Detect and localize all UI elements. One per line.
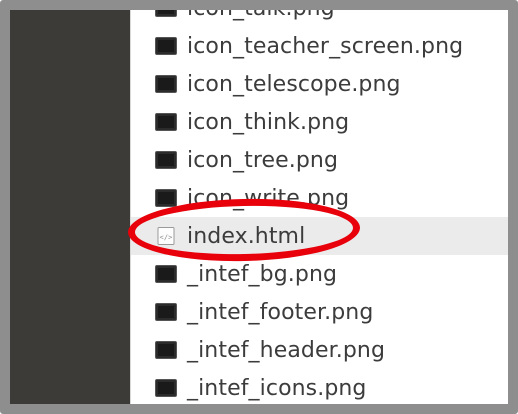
image-file-icon [155,113,177,131]
file-name-label: icon_tree.png [187,147,339,173]
file-name-label: icon_telescope.png [187,71,401,97]
file-row[interactable]: icon_talk.png [131,0,508,27]
file-row[interactable]: icon_teacher_screen.png [131,27,508,65]
file-name-label: _intef_header.png [187,337,386,363]
image-file-icon [155,37,177,55]
file-row[interactable]: icon_telescope.png [131,65,508,103]
file-row[interactable]: icon_tree.png [131,141,508,179]
file-name-label: _intef_icons.png [187,375,367,401]
file-name-label: _intef_footer.png [187,299,374,325]
file-row[interactable]: _intef_footer.png [131,293,508,331]
html-file-icon: </> [155,227,177,245]
file-row[interactable]: _intef_bg.png [131,255,508,293]
svg-text:</>: </> [160,234,173,242]
file-name-label: icon_teacher_screen.png [187,33,464,59]
file-name-label: icon_write.png [187,185,350,211]
sidebar-panel [10,10,130,404]
file-row[interactable]: icon_think.png [131,103,508,141]
file-list: icon_talk.png icon_teacher_screen.pngicon… [131,0,508,404]
image-file-icon [155,75,177,93]
file-list-pane: icon_talk.png icon_teacher_screen.png icon… [130,10,508,404]
file-row[interactable]: _intef_header.png [131,331,508,369]
file-name-label: icon_think.png [187,109,350,135]
file-row[interactable]: icon_write.png [131,179,508,217]
file-name-label: icon_talk.png [187,0,335,21]
file-row[interactable]: </> index.html [131,217,508,255]
file-row[interactable]: _intef_icons.png [131,369,508,404]
image-file-icon [155,341,177,359]
image-file-icon [155,151,177,169]
file-name-label: index.html [187,223,306,249]
image-file-icon [155,10,177,17]
image-file-icon [155,265,177,283]
file-name-label: _intef_bg.png [187,261,338,287]
image-file-icon [155,189,177,207]
screenshot-frame: icon_talk.png icon_teacher_screen.pngicon… [0,0,518,414]
image-file-icon [155,303,177,321]
image-file-icon [155,379,177,397]
